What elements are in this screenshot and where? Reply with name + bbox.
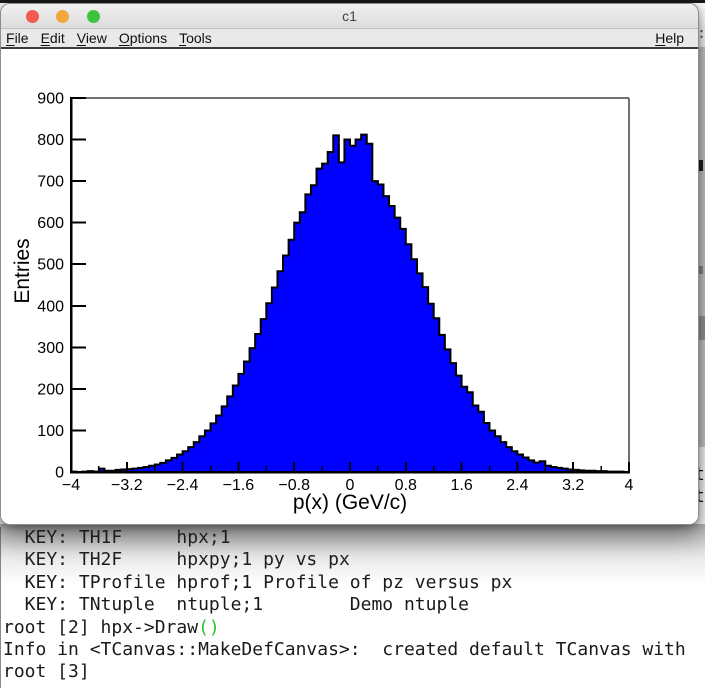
titlebar[interactable]: c1 xyxy=(1,4,698,29)
x-tick-label: −4 xyxy=(62,477,80,494)
menu-item-file[interactable]: File xyxy=(6,30,29,46)
terminal-output[interactable]: KEY: TH1F hpx;1 KEY: TH2F hpxpy;1 py vs … xyxy=(0,527,705,684)
y-axis-title: Entries xyxy=(11,238,34,303)
menu-right-group: Help xyxy=(655,29,684,47)
terminal-line: Info in <TCanvas::MakeDefCanvas>: create… xyxy=(3,639,705,661)
menu-item-options[interactable]: Options xyxy=(119,30,167,46)
x-tick-label: −1.6 xyxy=(223,477,255,494)
background-window-edge xyxy=(699,47,705,447)
root-canvas-area[interactable]: 0100200300400500600700800900−4−3.2−2.4−1… xyxy=(1,49,698,524)
menu-item-edit[interactable]: Edit xyxy=(41,30,65,46)
terminal-line: root [3] xyxy=(3,661,705,683)
histogram-hpx[interactable] xyxy=(71,135,629,472)
x-axis-title: p(x) (GeV/c) xyxy=(293,491,407,514)
x-tick-label: −2.4 xyxy=(167,477,199,494)
window-title: c1 xyxy=(1,4,698,28)
menu-item-help[interactable]: Help xyxy=(655,30,684,46)
canvas-window-c1: c1 FileEditViewOptionsTools Help 0100200… xyxy=(0,3,699,525)
y-tick-label: 700 xyxy=(37,174,64,191)
terminal-line: KEY: TH2F hpxpy;1 py vs px xyxy=(3,549,705,571)
menu-item-view[interactable]: View xyxy=(77,30,107,46)
background-window-fragment xyxy=(698,316,705,340)
x-tick-label: 1.6 xyxy=(450,477,472,494)
menu-left-group: File Edit View Options Tools xyxy=(6,30,212,46)
menu-item-tools[interactable]: Tools xyxy=(179,30,212,46)
y-tick-label: 200 xyxy=(37,381,64,398)
background-window-fragment xyxy=(699,160,703,171)
y-tick-label: 900 xyxy=(37,91,64,108)
y-tick-label: 500 xyxy=(37,257,64,274)
y-tick-label: 100 xyxy=(37,423,64,440)
y-tick-label: 300 xyxy=(37,340,64,357)
menubar: File Edit View Options Tools Help xyxy=(1,29,698,49)
histogram-plot[interactable]: 0100200300400500600700800900−4−3.2−2.4−1… xyxy=(1,49,698,524)
y-tick-label: 400 xyxy=(37,298,64,315)
x-tick-label: −3.2 xyxy=(111,477,143,494)
terminal-line: KEY: TH1F hpx;1 xyxy=(3,527,705,549)
terminal-left-border xyxy=(0,527,1,688)
terminal-line: KEY: TProfile hprof;1 Profile of pz vers… xyxy=(3,572,705,594)
x-tick-label: 2.4 xyxy=(506,477,528,494)
y-tick-label: 800 xyxy=(37,132,64,149)
terminal-line: root [2] hpx->Draw() xyxy=(3,617,705,639)
background-window-fragment xyxy=(699,266,703,274)
terminal-line: KEY: TNtuple ntuple;1 Demo ntuple xyxy=(3,594,705,616)
y-tick-label: 600 xyxy=(37,215,64,232)
x-tick-label: 4 xyxy=(625,477,634,494)
x-tick-label: 3.2 xyxy=(562,477,584,494)
